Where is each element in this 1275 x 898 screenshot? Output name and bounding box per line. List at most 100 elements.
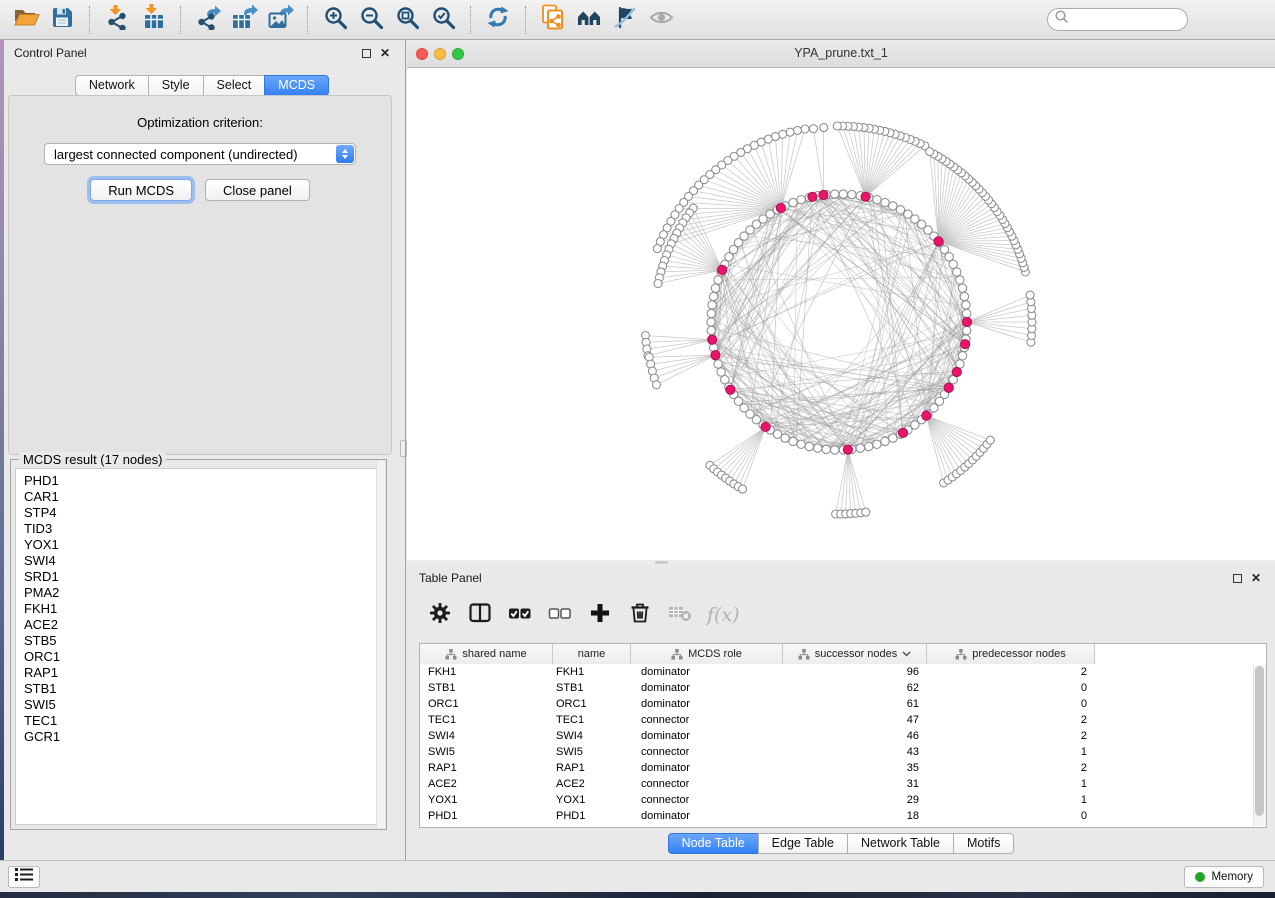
select-all-button[interactable] xyxy=(507,602,533,628)
graph-node[interactable] xyxy=(856,444,864,452)
graph-node[interactable] xyxy=(1026,291,1034,299)
graph-node[interactable] xyxy=(889,202,897,210)
mcds-result-item[interactable]: RAP1 xyxy=(24,665,381,681)
table-cell[interactable]: 1 xyxy=(927,744,1095,760)
mcds-result-item[interactable]: STB5 xyxy=(24,633,381,649)
task-history-button[interactable] xyxy=(8,866,40,888)
table-cell[interactable]: connector xyxy=(631,744,783,760)
graph-node[interactable] xyxy=(956,276,964,284)
mcds-result-item[interactable]: PMA2 xyxy=(24,585,381,601)
graph-mcds-node[interactable] xyxy=(718,265,727,274)
graph-node[interactable] xyxy=(862,508,870,516)
graph-node[interactable] xyxy=(773,430,781,438)
table-cell[interactable]: connector xyxy=(631,712,783,728)
mcds-result-item[interactable]: STB1 xyxy=(24,681,381,697)
table-cell[interactable]: RAP1 xyxy=(553,760,631,776)
column-header-successor-nodes[interactable]: successor nodes xyxy=(783,644,927,664)
graph-node[interactable] xyxy=(707,318,715,326)
graph-node[interactable] xyxy=(963,326,971,334)
mcds-result-item[interactable]: GCR1 xyxy=(24,729,381,745)
table-row[interactable]: SWI5SWI5connector431 xyxy=(420,744,1266,760)
table-cell[interactable]: 47 xyxy=(783,712,927,728)
table-cell[interactable]: 61 xyxy=(783,696,927,712)
table-row[interactable]: RAP1RAP1dominator352 xyxy=(420,760,1266,776)
table-cell[interactable]: 0 xyxy=(927,696,1095,712)
graph-node[interactable] xyxy=(896,206,904,214)
graph-node[interactable] xyxy=(707,326,715,334)
table-cell[interactable]: connector xyxy=(631,776,783,792)
tab-network-table[interactable]: Network Table xyxy=(847,833,954,854)
column-header-predecessor-nodes[interactable]: predecessor nodes xyxy=(927,644,1095,664)
table-cell[interactable]: RAP1 xyxy=(420,760,553,776)
zoom-selected-button[interactable] xyxy=(425,4,461,36)
graph-node[interactable] xyxy=(820,124,828,132)
column-header-MCDS-role[interactable]: MCDS role xyxy=(631,644,783,664)
table-cell[interactable]: dominator xyxy=(631,808,783,824)
table-row[interactable]: SWI4SWI4dominator462 xyxy=(420,728,1266,744)
zoom-out-button[interactable] xyxy=(353,4,389,36)
close-panel-button[interactable]: Close panel xyxy=(205,179,310,201)
table-cell[interactable]: 18 xyxy=(783,808,927,824)
export-image-button[interactable] xyxy=(262,4,298,36)
table-row[interactable]: ACE2ACE2connector311 xyxy=(420,776,1266,792)
float-panel-icon[interactable] xyxy=(1233,574,1242,583)
table-cell[interactable]: 96 xyxy=(783,664,927,680)
tab-style[interactable]: Style xyxy=(148,75,204,96)
run-mcds-button[interactable]: Run MCDS xyxy=(90,179,192,201)
mcds-result-list[interactable]: PHD1CAR1STP4TID3YOX1SWI4SRD1PMA2FKH1ACE2… xyxy=(15,468,382,825)
graph-mcds-node[interactable] xyxy=(944,383,953,392)
table-cell[interactable]: FKH1 xyxy=(553,664,631,680)
splitter-handle[interactable] xyxy=(655,561,668,564)
graph-node[interactable] xyxy=(814,444,822,452)
graph-mcds-node[interactable] xyxy=(922,411,931,420)
table-cell[interactable]: TEC1 xyxy=(553,712,631,728)
graph-node[interactable] xyxy=(889,434,897,442)
table-scrollbar-thumb[interactable] xyxy=(1255,666,1264,816)
table-cell[interactable]: 1 xyxy=(927,776,1095,792)
mcds-result-item[interactable]: TID3 xyxy=(24,521,381,537)
graph-node[interactable] xyxy=(926,148,934,156)
table-cell[interactable]: YOX1 xyxy=(420,792,553,808)
mcds-result-item[interactable]: SRD1 xyxy=(24,569,381,585)
table-cell[interactable]: SWI5 xyxy=(420,744,553,760)
table-row[interactable]: YOX1YOX1connector291 xyxy=(420,792,1266,808)
graph-mcds-node[interactable] xyxy=(808,192,817,201)
open-file-button[interactable] xyxy=(8,4,44,36)
graph-mcds-node[interactable] xyxy=(726,385,735,394)
graph-node[interactable] xyxy=(822,445,830,453)
graph-node[interactable] xyxy=(786,128,794,136)
search-input[interactable] xyxy=(1070,12,1180,28)
graph-node[interactable] xyxy=(873,440,881,448)
show-columns-button[interactable] xyxy=(467,602,493,628)
graph-node[interactable] xyxy=(714,360,722,368)
table-cell[interactable]: SWI4 xyxy=(553,728,631,744)
table-cell[interactable]: dominator xyxy=(631,680,783,696)
table-cell[interactable]: connector xyxy=(631,792,783,808)
tab-motifs[interactable]: Motifs xyxy=(953,833,1014,854)
close-panel-icon[interactable]: ✕ xyxy=(380,48,390,58)
table-cell[interactable]: dominator xyxy=(631,664,783,680)
graph-mcds-node[interactable] xyxy=(898,428,907,437)
export-network-button[interactable] xyxy=(190,4,226,36)
table-cell[interactable]: ORC1 xyxy=(553,696,631,712)
table-cell[interactable]: 2 xyxy=(927,664,1095,680)
graph-node[interactable] xyxy=(881,437,889,445)
graph-node[interactable] xyxy=(797,196,805,204)
graph-node[interactable] xyxy=(831,190,839,198)
table-row[interactable]: STB1STB1dominator620 xyxy=(420,680,1266,696)
table-cell[interactable]: TEC1 xyxy=(420,712,553,728)
export-table-button[interactable] xyxy=(226,4,262,36)
graph-node[interactable] xyxy=(958,284,966,292)
graph-mcds-node[interactable] xyxy=(711,351,720,360)
table-cell[interactable]: 43 xyxy=(783,744,927,760)
table-cell[interactable]: 1 xyxy=(927,792,1095,808)
graph-node[interactable] xyxy=(963,309,971,317)
graph-node[interactable] xyxy=(873,196,881,204)
tab-node-table[interactable]: Node Table xyxy=(668,833,759,854)
graph-node[interactable] xyxy=(654,280,662,288)
criterion-dropdown[interactable]: largest connected component (undirected) xyxy=(44,143,356,165)
network-from-file-button[interactable] xyxy=(535,4,571,36)
graph-node[interactable] xyxy=(707,309,715,317)
network-graph[interactable] xyxy=(407,68,1275,560)
tab-mcds[interactable]: MCDS xyxy=(264,75,329,96)
